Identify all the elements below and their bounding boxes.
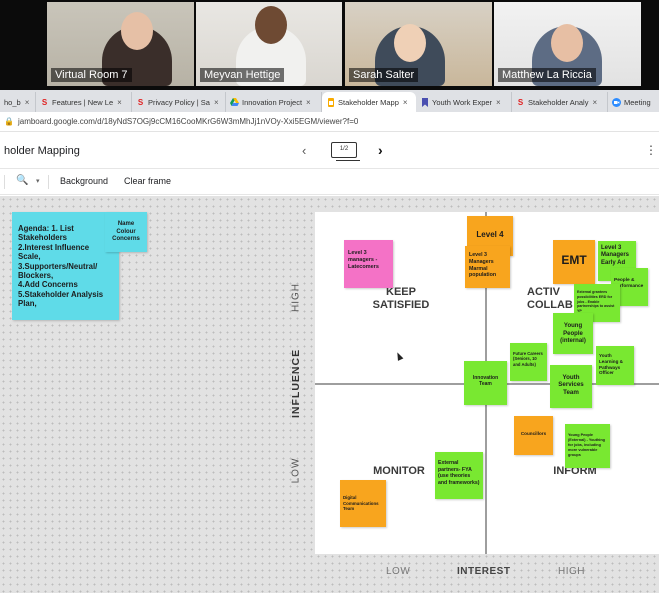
- close-icon[interactable]: ×: [25, 98, 30, 107]
- s-logo-icon: S: [41, 97, 48, 107]
- sticky-note[interactable]: External partners- FYA (use theories and…: [435, 452, 483, 499]
- sticky-note[interactable]: Young People (internal): [553, 313, 593, 354]
- participant-name: Meyvan Hettige: [200, 68, 285, 82]
- x-axis-title: INTEREST: [457, 566, 511, 577]
- background-button[interactable]: Background: [60, 176, 108, 186]
- screen: Virtual Room 7 Meyvan Hettige Sarah Salt…: [0, 0, 659, 593]
- browser-tabbar: ho_b × S Features | New Le × S Privacy Pol…: [0, 90, 659, 112]
- more-options-icon[interactable]: ⋮: [645, 143, 657, 157]
- sticky-note[interactable]: Innovation Team: [464, 361, 507, 405]
- close-icon[interactable]: ×: [117, 98, 122, 107]
- y-low-label: LOW: [290, 457, 302, 484]
- tab-label: Features | New Le: [52, 97, 114, 107]
- close-icon[interactable]: ×: [403, 98, 408, 107]
- browser-tab[interactable]: S Features | New Le ×: [36, 92, 132, 112]
- participant-tile[interactable]: Sarah Salter: [345, 2, 492, 86]
- tab-label: Stakeholder Mapp: [338, 97, 399, 107]
- sticky-note[interactable]: Youth Services Team: [550, 365, 592, 408]
- zoom-icon[interactable]: 🔍: [16, 175, 28, 186]
- clear-frame-button[interactable]: Clear frame: [124, 176, 171, 186]
- sticky-note[interactable]: Young People (External) - Youthing for j…: [565, 424, 610, 468]
- participant-tile[interactable]: Meyvan Hettige: [196, 2, 342, 86]
- browser-tab-active[interactable]: Stakeholder Mapp ×: [322, 92, 416, 112]
- participant-tile[interactable]: Matthew La Riccia: [494, 2, 641, 86]
- toolbar-divider: [4, 175, 5, 189]
- jam-toolbar: 🔍 ▾ Background Clear frame: [0, 169, 659, 195]
- toolbar-divider: [48, 175, 49, 189]
- browser-tab[interactable]: ho_b ×: [0, 92, 36, 112]
- tab-label: ho_b: [4, 97, 21, 107]
- close-icon[interactable]: ×: [496, 98, 501, 107]
- lock-icon: 🔒: [4, 117, 14, 126]
- browser-tab[interactable]: Innovation Project ×: [226, 92, 322, 112]
- sticky-note[interactable]: Future Careers (Seniors, 10 and Adults): [510, 343, 547, 381]
- agenda-note[interactable]: Agenda: 1. List Stakeholders 2.Interest …: [12, 212, 119, 320]
- browser-tab[interactable]: S Privacy Policy | Sa ×: [132, 92, 226, 112]
- browser-tab[interactable]: Youth Work Exper ×: [416, 92, 512, 112]
- drive-icon: [230, 98, 239, 107]
- tab-label: Privacy Policy | Sa: [148, 97, 210, 107]
- browser-tab[interactable]: Meeting: [608, 92, 659, 112]
- tab-label: Stakeholder Analy: [528, 97, 589, 107]
- name-colour-note[interactable]: Name Colour Concerns: [105, 212, 147, 252]
- s-logo-icon: S: [137, 97, 144, 107]
- sticky-note[interactable]: Level 3 managers - Latecomers: [344, 240, 393, 288]
- participant-name: Matthew La Riccia: [498, 68, 596, 82]
- sticky-note[interactable]: Councillors: [514, 416, 553, 455]
- prev-frame-button[interactable]: ‹: [302, 143, 306, 158]
- y-axis-title: INFLUENCE: [290, 348, 302, 418]
- address-bar[interactable]: 🔒 jamboard.google.com/d/18yNdS7OGj9cCM16…: [0, 112, 659, 132]
- quadrant-monitor: MONITOR: [373, 465, 425, 477]
- next-frame-button[interactable]: ›: [378, 142, 383, 158]
- participant-name: Virtual Room 7: [51, 68, 132, 82]
- close-icon[interactable]: ×: [592, 98, 597, 107]
- app-header: holder Mapping ‹ 1/2 › ⋮: [0, 133, 659, 169]
- y-high-label: HIGH: [290, 283, 302, 312]
- close-icon[interactable]: ×: [214, 98, 219, 107]
- frame-indicator[interactable]: 1/2: [331, 142, 360, 161]
- sticky-note[interactable]: Youth Learning & Pathways Officer: [596, 346, 634, 385]
- video-strip: Virtual Room 7 Meyvan Hettige Sarah Salt…: [0, 0, 659, 90]
- close-icon[interactable]: ×: [306, 98, 311, 107]
- sticky-note[interactable]: Level 3 Managers Marmal population: [465, 246, 510, 288]
- quadrant-keep-satisfied: KEEP SATISFIED: [372, 286, 430, 311]
- x-high-label: HIGH: [558, 566, 585, 577]
- bookmark-icon: [420, 97, 429, 107]
- browser-tab[interactable]: S Stakeholder Analy ×: [512, 92, 608, 112]
- jamboard-icon: [326, 97, 335, 107]
- jam-title[interactable]: holder Mapping: [4, 145, 80, 157]
- sticky-note[interactable]: EMT: [553, 240, 595, 284]
- sticky-note[interactable]: Digital Communications Team: [340, 480, 386, 527]
- url-text: jamboard.google.com/d/18yNdS7OGj9cCM16Co…: [17, 117, 359, 126]
- participant-tile[interactable]: Virtual Room 7: [47, 2, 194, 86]
- s-logo-icon: S: [517, 97, 524, 107]
- tab-label: Meeting: [624, 97, 651, 107]
- tab-label: Youth Work Exper: [432, 97, 493, 107]
- participant-name: Sarah Salter: [349, 68, 419, 82]
- x-low-label: LOW: [386, 566, 411, 577]
- video-icon: [612, 97, 621, 107]
- chevron-down-icon[interactable]: ▾: [36, 177, 40, 185]
- tab-label: Innovation Project: [242, 97, 303, 107]
